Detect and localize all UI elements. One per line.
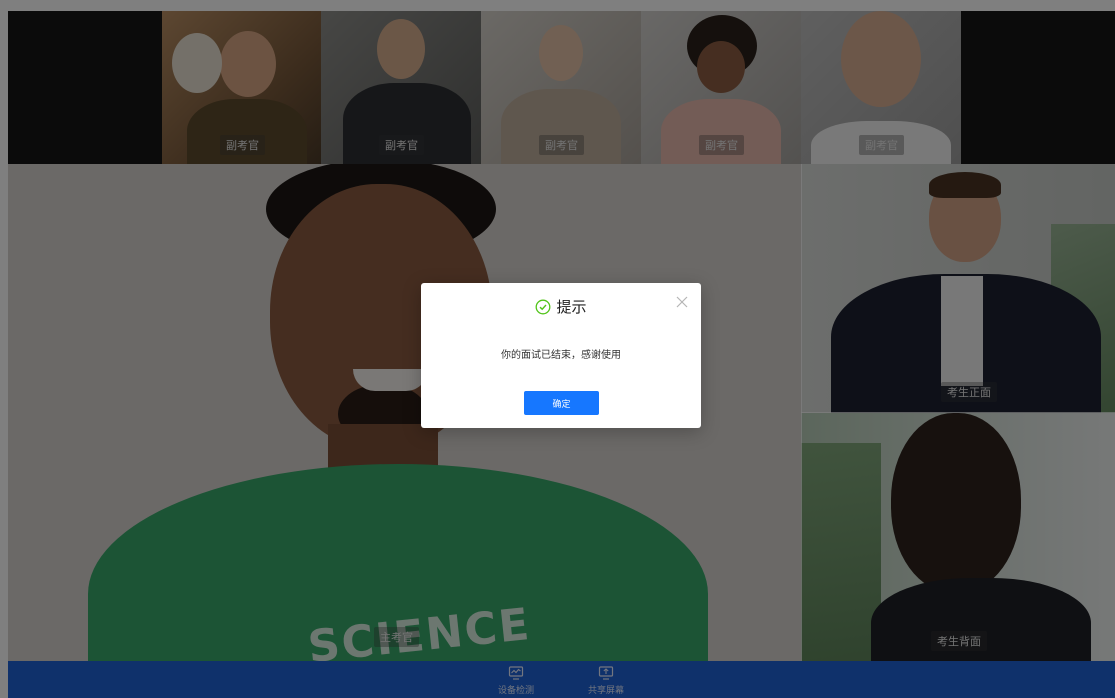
end-interview-dialog: 提示 你的面试已结束，感谢使用 确定	[421, 283, 701, 428]
dialog-title-text: 提示	[556, 298, 587, 316]
close-icon[interactable]	[675, 295, 689, 309]
dialog-title: 提示	[421, 296, 701, 317]
dialog-message: 你的面试已结束，感谢使用	[501, 350, 621, 361]
confirm-button[interactable]: 确定	[524, 391, 599, 415]
check-circle-icon	[536, 299, 551, 315]
